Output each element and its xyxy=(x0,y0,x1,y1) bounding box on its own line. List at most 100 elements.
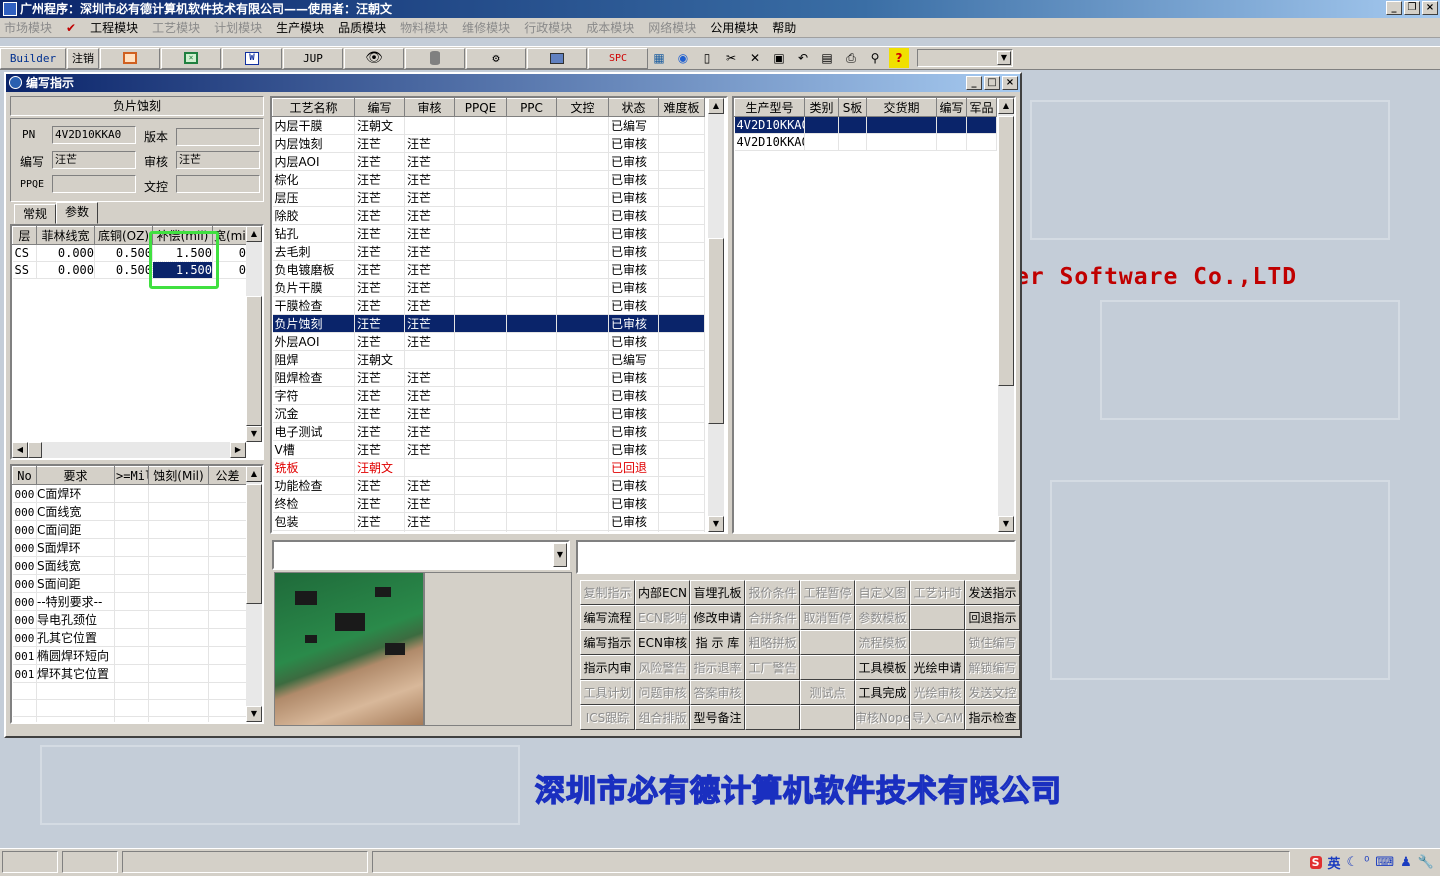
table-row[interactable]: 000 S面间距 xyxy=(12,574,247,593)
process-cell[interactable] xyxy=(556,224,609,243)
process-cell[interactable] xyxy=(556,368,609,387)
model-cell[interactable] xyxy=(936,133,967,151)
process-header[interactable]: PPQE xyxy=(454,98,507,117)
menu-item-10[interactable]: 网络模块 xyxy=(648,19,696,36)
process-cell[interactable] xyxy=(506,224,557,243)
action-button[interactable]: 指 示 库 xyxy=(690,630,745,655)
process-cell[interactable]: 已审核 xyxy=(608,494,659,513)
table-row[interactable]: 终检 汪芒 汪芒 已审核 xyxy=(272,494,705,513)
process-cell[interactable]: 汪芒 xyxy=(404,188,455,207)
process-cell[interactable]: 已审核 xyxy=(608,512,659,531)
param-header[interactable]: 层 xyxy=(12,226,37,245)
process-cell[interactable]: 汪芒 xyxy=(404,260,455,279)
model-header[interactable]: 军品 xyxy=(966,98,997,117)
param-scrollbar[interactable]: ▲ ▼ xyxy=(246,226,262,442)
window-minimize-button[interactable]: _ xyxy=(966,76,982,90)
process-cell[interactable] xyxy=(658,440,705,459)
process-cell[interactable]: 汪芒 xyxy=(354,512,405,531)
action-button[interactable]: 锁住编写 xyxy=(965,630,1020,655)
process-cell[interactable] xyxy=(556,314,609,333)
process-cell[interactable] xyxy=(404,350,455,369)
process-cell[interactable] xyxy=(454,332,507,351)
process-cell[interactable] xyxy=(506,278,557,297)
requirement-cell[interactable] xyxy=(148,646,209,665)
process-cell[interactable]: 汪芒 xyxy=(404,314,455,333)
process-cell[interactable] xyxy=(454,170,507,189)
process-cell[interactable]: 已审核 xyxy=(608,332,659,351)
window-close-button[interactable]: × xyxy=(1002,76,1018,90)
process-cell[interactable]: 汪朝文 xyxy=(354,458,405,477)
process-cell[interactable]: 汪芒 xyxy=(354,476,405,495)
process-cell[interactable] xyxy=(556,116,609,135)
toolbar-combo[interactable]: ▼ xyxy=(917,49,1013,67)
process-cell[interactable] xyxy=(454,458,507,477)
table-row[interactable]: 001 椭圆焊环短向 xyxy=(12,646,247,665)
scroll-left-icon[interactable]: ◀ xyxy=(12,442,28,458)
process-cell[interactable] xyxy=(556,134,609,153)
table-row[interactable]: 负电镀磨板 汪芒 汪芒 已审核 xyxy=(272,260,705,279)
model-cell[interactable] xyxy=(804,133,839,151)
process-cell[interactable]: 铣板 xyxy=(272,458,355,477)
process-cell[interactable]: 汪芒 xyxy=(354,368,405,387)
process-cell[interactable]: 汪芒 xyxy=(404,422,455,441)
param-header[interactable]: 菲林线宽 xyxy=(36,226,95,245)
process-cell[interactable]: 汪芒 xyxy=(354,188,405,207)
process-cell[interactable]: 外层AOI xyxy=(272,332,355,351)
action-button[interactable] xyxy=(910,605,965,630)
requirement-header[interactable]: No xyxy=(12,466,37,485)
action-button[interactable]: 回退指示 xyxy=(965,605,1020,630)
action-button[interactable]: 导入CAM xyxy=(910,705,965,730)
process-cell[interactable] xyxy=(454,134,507,153)
action-button[interactable]: 修改申请 xyxy=(690,605,745,630)
keyboard-icon[interactable]: ⌨ xyxy=(1375,855,1394,870)
action-button[interactable] xyxy=(800,630,855,655)
requirement-cell[interactable] xyxy=(114,664,149,683)
action-button[interactable]: ECN影响 xyxy=(635,605,690,630)
process-cell[interactable]: 汪芒 xyxy=(404,440,455,459)
process-cell[interactable] xyxy=(658,170,705,189)
model-cell[interactable] xyxy=(838,133,867,151)
process-cell[interactable]: 汪芒 xyxy=(404,278,455,297)
process-header[interactable]: 工艺名称 xyxy=(272,98,355,117)
param-cell[interactable]: SS xyxy=(12,261,37,279)
action-button[interactable]: 组合排版 xyxy=(635,705,690,730)
docctrl-field[interactable] xyxy=(176,175,260,193)
close-button[interactable]: × xyxy=(1422,1,1438,15)
scroll-down-icon[interactable]: ▼ xyxy=(708,516,724,532)
process-cell[interactable]: 汪芒 xyxy=(354,530,405,532)
menu-item-5[interactable]: 品质模块 xyxy=(338,19,386,36)
process-cell[interactable]: 已审核 xyxy=(608,170,659,189)
ime-icon[interactable]: S xyxy=(1309,856,1322,869)
table-row[interactable]: 负片干膜 汪芒 汪芒 已审核 xyxy=(272,278,705,297)
cut-icon[interactable]: ✂ xyxy=(721,48,741,68)
user-icon[interactable]: ♟ xyxy=(1400,855,1412,870)
process-cell[interactable] xyxy=(506,116,557,135)
action-button[interactable]: 工厂警告 xyxy=(745,655,800,680)
view-button[interactable]: 👁 xyxy=(344,47,404,69)
process-cell[interactable]: 已审核 xyxy=(608,476,659,495)
process-cell[interactable] xyxy=(506,314,557,333)
process-cell[interactable] xyxy=(454,512,507,531)
punctuation-icon[interactable]: ⁰ xyxy=(1364,855,1369,870)
process-cell[interactable]: 汪芒 xyxy=(354,404,405,423)
action-button[interactable]: 测试点 xyxy=(800,680,855,705)
model-cell[interactable] xyxy=(804,116,839,134)
process-cell[interactable] xyxy=(556,278,609,297)
process-cell[interactable] xyxy=(454,350,507,369)
scroll-up-icon[interactable]: ▲ xyxy=(998,98,1014,114)
requirement-cell[interactable] xyxy=(148,664,209,683)
action-button[interactable]: 型号备注 xyxy=(690,705,745,730)
requirement-cell[interactable] xyxy=(148,538,209,557)
ppqe-field[interactable] xyxy=(52,175,136,193)
network-button[interactable]: ⚙ xyxy=(466,47,526,69)
process-cell[interactable]: 汪芒 xyxy=(354,422,405,441)
scroll-up-icon[interactable]: ▲ xyxy=(246,226,262,242)
scroll-down-icon[interactable]: ▼ xyxy=(998,516,1014,532)
version-field[interactable] xyxy=(176,128,260,146)
action-button[interactable]: 审核Nope xyxy=(855,705,910,730)
process-cell[interactable] xyxy=(658,260,705,279)
action-button[interactable]: 发送指示 xyxy=(965,580,1020,605)
process-cell[interactable] xyxy=(506,494,557,513)
requirement-cell[interactable] xyxy=(208,646,247,665)
requirement-text[interactable]: S面焊环 xyxy=(34,538,113,557)
